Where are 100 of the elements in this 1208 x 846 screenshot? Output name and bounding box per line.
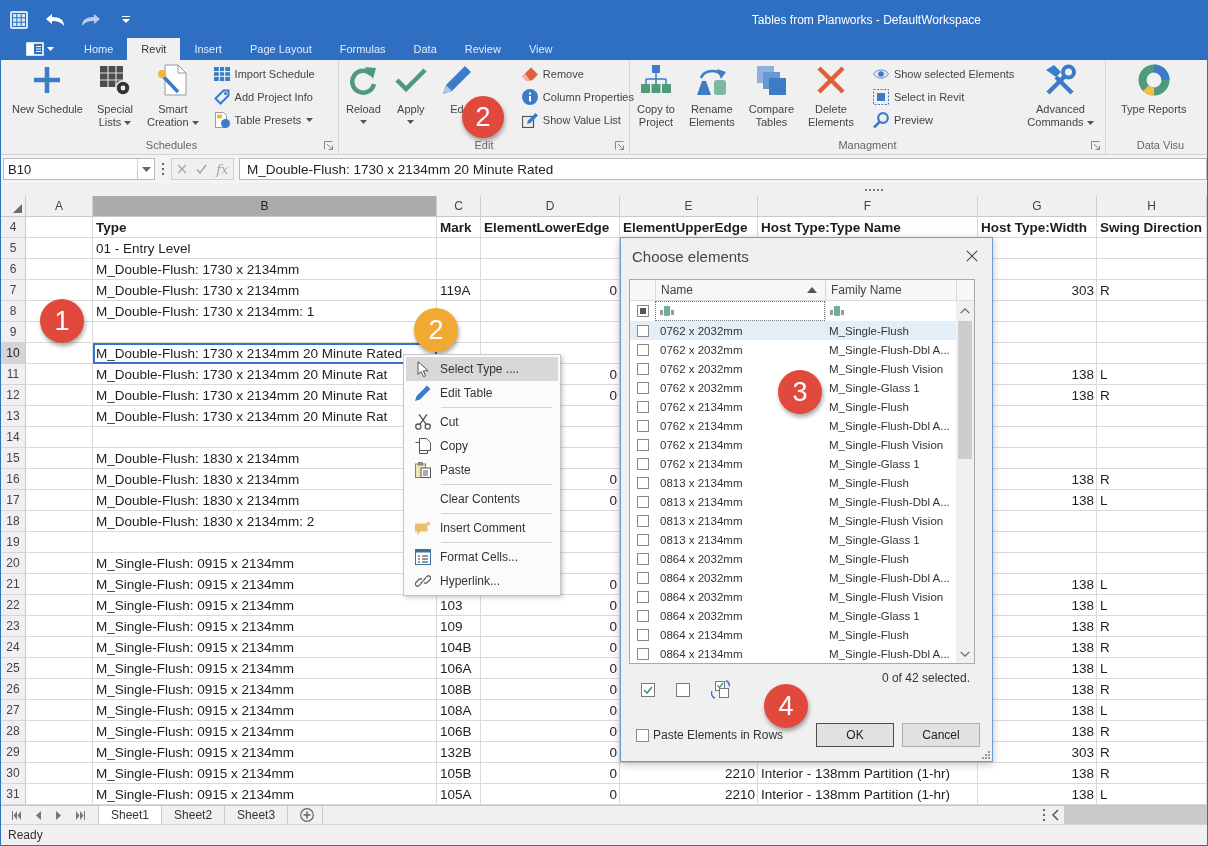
ribbon-button[interactable]: Import Schedule [211,62,317,85]
ribbon-button[interactable]: Preview [870,108,1017,131]
ribbon-button[interactable]: Rename Elements [681,62,742,129]
row-header[interactable]: 17 [1,490,26,511]
checkbox[interactable] [636,728,649,742]
menu-item[interactable]: Insert Comment [406,516,558,540]
row-header[interactable]: 14 [1,427,26,448]
ribbon-button[interactable]: New Schedule [5,62,90,116]
row-header[interactable]: 22 [1,595,26,616]
ribbon-tab[interactable]: Revit [127,38,181,60]
swap-boxes-icon[interactable] [711,680,730,699]
column-header[interactable]: Family Name [825,280,956,300]
ribbon-tab[interactable]: Data [399,38,451,60]
checkbox[interactable] [636,362,649,375]
row-header[interactable]: 23 [1,616,26,637]
ribbon-button[interactable]: Add Project Info [211,85,317,108]
ribbon-button[interactable]: Show selected Elements [870,62,1017,85]
ribbon-tab[interactable]: Review [450,38,515,60]
list-row[interactable]: 0762 x 2032mm M_Single-Flush [630,321,956,340]
column-header[interactable]: B [93,196,437,217]
menu-item[interactable]: Format Cells... [406,545,558,569]
checkbox[interactable] [636,457,649,470]
row-header[interactable]: 26 [1,679,26,700]
table-icon[interactable] [10,10,28,29]
ribbon-button[interactable]: Show Value List [519,108,636,131]
row-header[interactable]: 18 [1,511,26,532]
row-header[interactable]: 11 [1,364,26,385]
column-header[interactable]: D [481,196,620,217]
checkbox[interactable] [636,495,649,508]
ribbon-button[interactable]: Reload [339,62,388,124]
ribbon-tab[interactable]: Formulas [325,38,400,60]
row-header[interactable]: 24 [1,637,26,658]
ribbon-button[interactable]: Apply [387,62,434,124]
row-header[interactable]: 12 [1,385,26,406]
ribbon-button[interactable]: Table Presets [211,108,317,131]
next-icon[interactable] [56,810,61,820]
ribbon-tab[interactable]: View [514,38,567,60]
row-header[interactable]: 4 [1,217,26,238]
ribbon-button[interactable]: Advanced Commands [1020,62,1101,129]
row-header[interactable]: 15 [1,448,26,469]
checkbox[interactable] [636,514,649,527]
sheet-tab[interactable]: Sheet1 [98,806,163,824]
row-header[interactable]: 16 [1,469,26,490]
ribbon-button[interactable]: Select in Revit [870,85,1017,108]
row-header[interactable]: 8 [1,301,26,322]
checkbox[interactable] [636,400,649,413]
scrollbar-thumb[interactable] [958,321,972,459]
checkbox[interactable] [636,419,649,432]
cancel-icon[interactable] [176,164,187,174]
row-header[interactable]: 10 [1,343,26,364]
checkbox[interactable] [636,381,649,394]
ribbon-button[interactable]: Special Lists [89,62,140,129]
grip-icon[interactable] [865,188,883,191]
chevron-left-icon[interactable] [1052,809,1059,821]
checkbox[interactable] [636,324,649,337]
menu-item[interactable]: Clear Contents [406,487,558,511]
checkbox[interactable] [636,476,649,489]
undo-icon[interactable] [46,13,64,26]
row-header[interactable]: 13 [1,406,26,427]
caret-icon[interactable] [141,166,151,172]
row-header[interactable]: 6 [1,259,26,280]
checkbox[interactable] [636,609,649,622]
launcher-icon[interactable] [324,141,333,150]
checked-box-icon[interactable] [641,682,655,697]
checkbox[interactable] [636,533,649,546]
menu-item[interactable]: Cut [406,410,558,434]
row-header[interactable]: 30 [1,763,26,784]
column-header[interactable]: C [437,196,481,217]
resize-grip-icon[interactable] [982,751,990,759]
row-header[interactable]: 20 [1,553,26,574]
add-sheet-icon[interactable] [300,808,315,822]
checkbox[interactable] [636,438,649,451]
ribbon-tab[interactable]: Insert [180,38,236,60]
redo-icon[interactable] [82,13,100,26]
launcher-icon[interactable] [615,141,624,150]
row-header[interactable]: 9 [1,322,26,343]
ribbon-button[interactable]: Type Reports [1114,62,1194,116]
row-header[interactable]: 25 [1,658,26,679]
caret-icon[interactable] [122,16,130,23]
ribbon-button[interactable]: Delete Elements [801,62,861,129]
checkbox[interactable] [636,552,649,565]
checkbox[interactable] [636,305,649,317]
row-header[interactable]: 27 [1,700,26,721]
check-icon[interactable] [195,164,207,174]
menu-item[interactable]: Edit Table [406,381,558,405]
row-header[interactable]: 21 [1,574,26,595]
ribbon-tab[interactable]: Home [70,38,128,60]
chevron-up-icon[interactable] [960,308,970,314]
chevron-down-icon[interactable] [960,651,970,657]
close-icon[interactable] [966,250,978,262]
row-header[interactable]: 5 [1,238,26,259]
menu-item[interactable]: Hyperlink... [406,569,558,593]
menu-item[interactable]: Select Type .... [406,357,558,381]
column-header[interactable]: A [26,196,93,217]
first-icon[interactable] [12,810,21,820]
dialog-button[interactable]: Cancel [902,723,980,747]
scrollbar-thumb[interactable] [1064,806,1207,824]
menu-item[interactable]: Copy [406,434,558,458]
row-header[interactable]: 29 [1,742,26,763]
empty-box-icon[interactable] [676,682,690,697]
